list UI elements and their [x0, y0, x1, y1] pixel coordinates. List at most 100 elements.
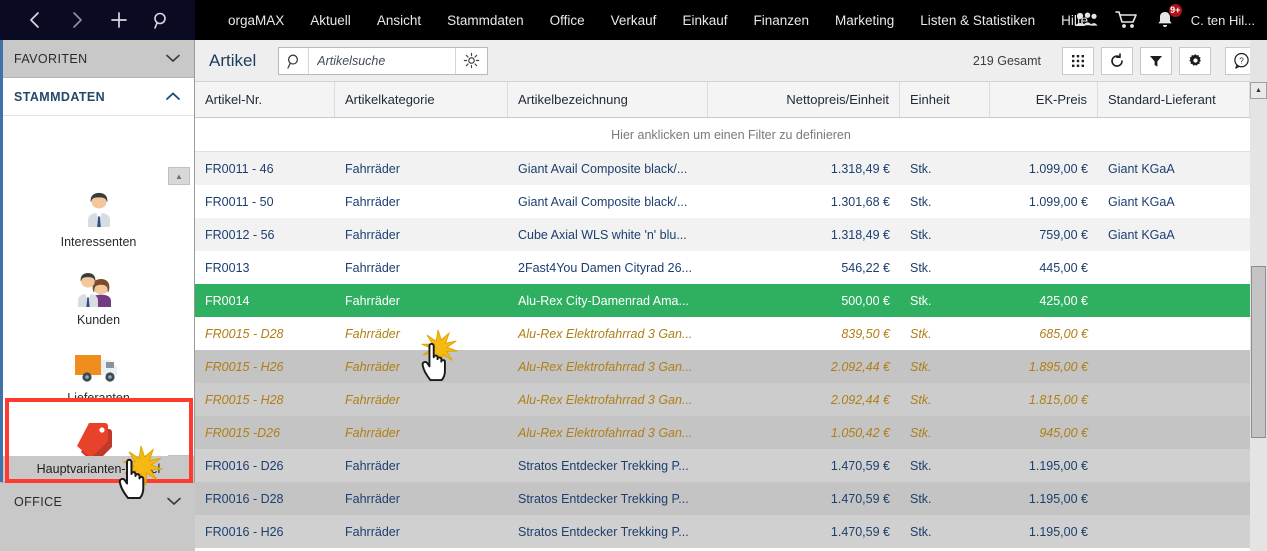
sidebar-item-interessenten-label: Interessenten — [60, 235, 137, 249]
cell-ek: 1.815,00 € — [1028, 392, 1088, 407]
sidebar-group-stammdaten[interactable]: STAMMDATEN — [0, 78, 194, 116]
refresh-button[interactable] — [1101, 46, 1133, 75]
cart-icon[interactable] — [1114, 10, 1139, 30]
cell-netto: 1.470,59 € — [830, 458, 890, 473]
table-row[interactable]: FR0016 - D28 Fahrräder Stratos Entdecker T… — [195, 482, 1267, 515]
cell-nr: FR0012 - 56 — [205, 227, 275, 242]
sidebar-bottom-strip — [0, 520, 195, 551]
notification-badge: 9+ — [1167, 3, 1183, 18]
table-row[interactable]: FR0015 - D28 Fahrräder Alu-Rex Elektrofahr… — [195, 317, 1267, 350]
cell-bezeichnung: Alu-Rex Elektrofahrrad 3 Gan... — [518, 326, 693, 341]
cell-kategorie: Fahrräder — [345, 227, 400, 242]
top-menu-bar: orgaMAX Aktuell Ansicht Stammdaten Offic… — [0, 0, 1267, 40]
column-header-standard-lieferant[interactable]: Standard-Lieferant — [1098, 82, 1250, 117]
cell-einheit: Stk. — [910, 491, 932, 506]
sidebar-item-lieferanten[interactable]: Lieferanten — [3, 331, 194, 409]
sidebar-group-office[interactable]: OFFICE — [0, 482, 195, 520]
cell-ek: 945,00 € — [1039, 425, 1088, 440]
table-row[interactable]: FR0014 Fahrräder Alu-Rex City-Damenrad Ama… — [195, 284, 1267, 317]
cell-lieferant: Giant KGaA — [1108, 194, 1175, 209]
user-account-label[interactable]: C. ten Hil... — [1191, 13, 1255, 28]
filter-definition-bar[interactable]: Hier anklicken um einen Filter zu defini… — [195, 118, 1267, 152]
search-icon[interactable] — [149, 8, 173, 32]
sidebar-item-hauptvarianten-artikel-label-bar[interactable]: Hauptvarianten-Artikel — [3, 456, 194, 482]
cell-kategorie: Fahrräder — [345, 524, 400, 539]
cell-kategorie: Fahrräder — [345, 293, 400, 308]
table-row[interactable]: FR0015 - H26 Fahrräder Alu-Rex Elektrofahr… — [195, 350, 1267, 383]
cell-kategorie: Fahrräder — [345, 392, 400, 407]
table-row[interactable]: FR0011 - 46 Fahrräder Giant Avail Composit… — [195, 152, 1267, 185]
column-header-artikelbezeichnung[interactable]: Artikelbezeichnung — [508, 82, 708, 117]
menu-item-aktuell[interactable]: Aktuell — [297, 0, 364, 40]
sidebar-group-office-label: OFFICE — [14, 494, 63, 509]
sidebar-item-interessenten[interactable]: Interessenten — [3, 175, 194, 253]
table-row[interactable]: FR0016 - D26 Fahrräder Stratos Entdecker T… — [195, 449, 1267, 482]
table-row[interactable]: FR0015 - H28 Fahrräder Alu-Rex Elektrofahr… — [195, 383, 1267, 416]
settings-gear-button[interactable] — [1179, 46, 1211, 75]
forward-icon[interactable] — [65, 8, 89, 32]
back-icon[interactable] — [23, 8, 47, 32]
cell-einheit: Stk. — [910, 359, 932, 374]
column-header-ek-preis[interactable]: EK-Preis — [990, 82, 1098, 117]
menu-item-einkauf[interactable]: Einkauf — [669, 0, 740, 40]
cell-lieferant: Giant KGaA — [1108, 227, 1175, 242]
table-row[interactable]: FR0013 Fahrräder 2Fast4You Damen Cityrad 2… — [195, 251, 1267, 284]
sidebar-item-kunden[interactable]: Kunden — [3, 253, 194, 331]
search-settings-gear-icon[interactable] — [455, 47, 488, 74]
menu-item-listen-statistiken[interactable]: Listen & Statistiken — [907, 0, 1048, 40]
cell-kategorie: Fahrräder — [345, 359, 400, 374]
cell-einheit: Stk. — [910, 326, 932, 341]
menu-item-finanzen[interactable]: Finanzen — [740, 0, 822, 40]
cell-nr: FR0011 - 46 — [205, 161, 274, 176]
sidebar-item-lieferanten-label: Lieferanten — [67, 391, 130, 405]
table-row[interactable]: FR0012 - 56 Fahrräder Cube Axial WLS white… — [195, 218, 1267, 251]
cell-nr: FR0014 — [205, 293, 250, 308]
users-icon[interactable] — [1073, 11, 1099, 29]
grid-view-button[interactable] — [1062, 46, 1094, 75]
cell-netto: 1.301,68 € — [830, 194, 890, 209]
cell-nr: FR0011 - 50 — [205, 194, 274, 209]
menu-item-marketing[interactable]: Marketing — [822, 0, 907, 40]
table-header-row: Artikel-Nr. Artikelkategorie Artikelbeze… — [195, 82, 1267, 118]
cell-nr: FR0016 - D28 — [205, 491, 284, 506]
column-header-nettopreis-einheit[interactable]: Nettopreis/Einheit — [708, 82, 900, 117]
add-icon[interactable] — [107, 8, 131, 32]
search-input[interactable] — [309, 47, 456, 74]
scrollbar-up-button[interactable]: ▲ — [1250, 82, 1267, 99]
column-header-artikelkategorie[interactable]: Artikelkategorie — [335, 82, 508, 117]
cell-bezeichnung: Giant Avail Composite black/... — [518, 194, 688, 209]
cell-netto: 546,22 € — [841, 260, 890, 275]
main-menu: orgaMAX Aktuell Ansicht Stammdaten Offic… — [195, 0, 1088, 40]
menu-item-office[interactable]: Office — [537, 0, 598, 40]
cell-netto: 2.092,44 € — [830, 392, 890, 407]
scrollbar-thumb[interactable] — [1251, 266, 1266, 438]
notifications-bell-icon[interactable]: 9+ — [1155, 3, 1183, 30]
cell-bezeichnung: Stratos Entdecker Trekking P... — [518, 491, 689, 506]
filter-hint-label: Hier anklicken um einen Filter zu defini… — [611, 127, 851, 142]
table-row[interactable]: FR0011 - 50 Fahrräder Giant Avail Composit… — [195, 185, 1267, 218]
cell-ek: 1.195,00 € — [1028, 458, 1088, 473]
table-row[interactable]: FR0016 - H26 Fahrräder Stratos Entdecker T… — [195, 515, 1267, 548]
person-icon — [77, 187, 121, 231]
cell-netto: 1.470,59 € — [830, 491, 890, 506]
cell-einheit: Stk. — [910, 161, 932, 176]
sidebar-group-favoriten[interactable]: FAVORITEN — [0, 40, 194, 78]
search-icon[interactable] — [279, 47, 310, 74]
filter-button[interactable] — [1140, 46, 1172, 75]
cell-netto: 500,00 € — [841, 293, 890, 308]
cell-ek: 1.099,00 € — [1028, 194, 1088, 209]
cell-ek: 445,00 € — [1039, 260, 1088, 275]
cell-ek: 685,00 € — [1039, 326, 1088, 341]
cell-bezeichnung: Alu-Rex Elektrofahrrad 3 Gan... — [518, 392, 693, 407]
menu-item-stammdaten[interactable]: Stammdaten — [434, 0, 537, 40]
menu-item-orgamax[interactable]: orgaMAX — [215, 0, 297, 40]
table-row[interactable]: FR0015 -D26 Fahrräder Alu-Rex Elektrofahrr… — [195, 416, 1267, 449]
column-header-einheit[interactable]: Einheit — [900, 82, 990, 117]
menu-item-verkauf[interactable]: Verkauf — [598, 0, 670, 40]
cell-kategorie: Fahrräder — [345, 161, 400, 176]
cell-bezeichnung: Alu-Rex City-Damenrad Ama... — [518, 293, 689, 308]
column-header-artikel-nr[interactable]: Artikel-Nr. — [195, 82, 335, 117]
cell-bezeichnung: Stratos Entdecker Trekking P... — [518, 524, 689, 539]
cell-kategorie: Fahrräder — [345, 425, 400, 440]
menu-item-ansicht[interactable]: Ansicht — [364, 0, 434, 40]
